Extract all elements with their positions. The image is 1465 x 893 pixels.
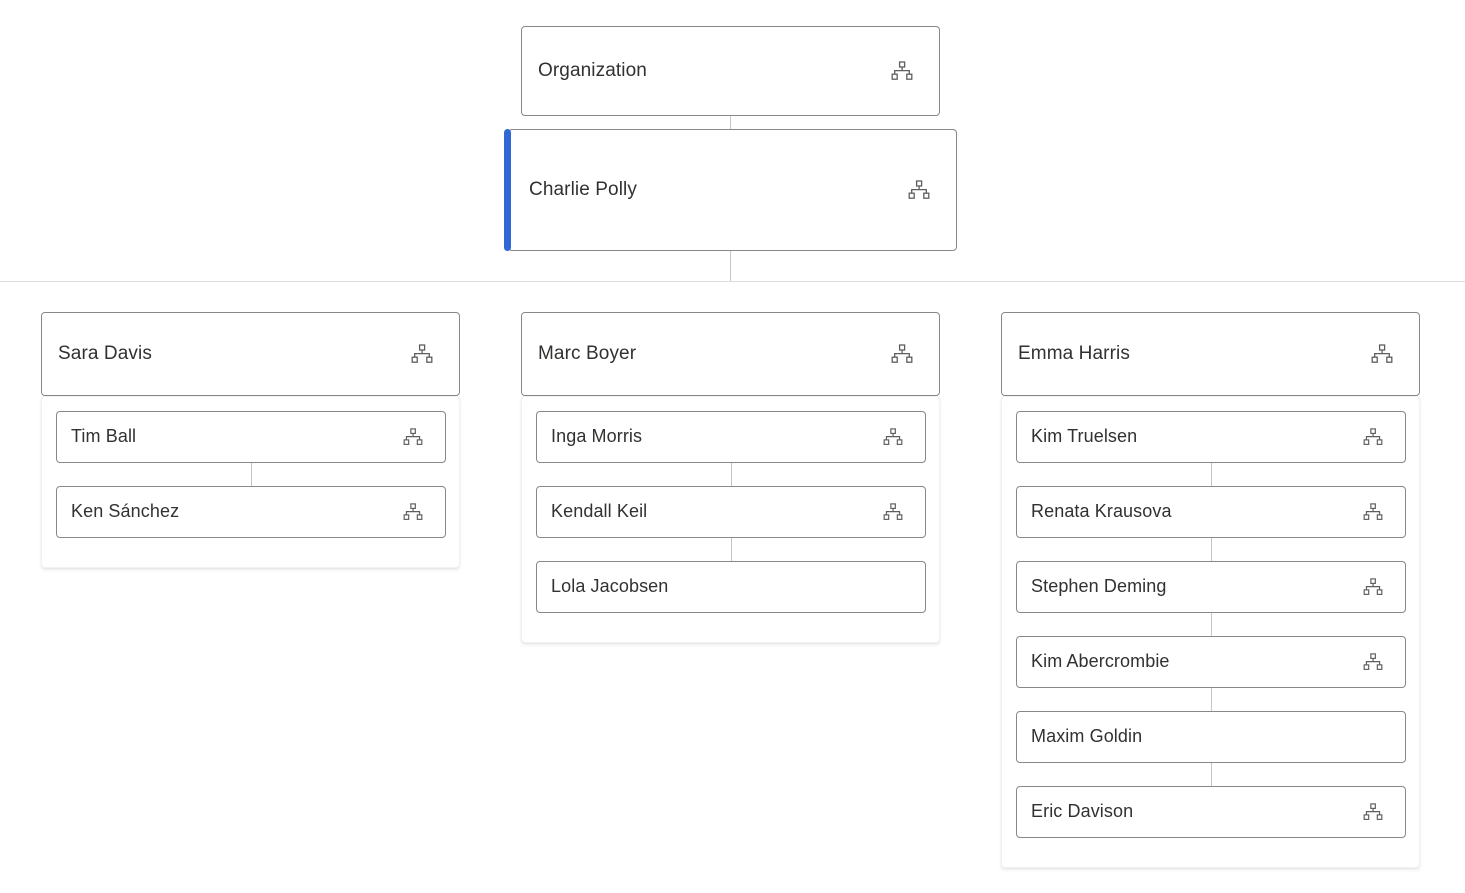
hierarchy-icon[interactable] — [1363, 578, 1383, 596]
hierarchy-icon[interactable] — [403, 503, 423, 521]
connector-sibling — [731, 463, 732, 486]
connector-sibling — [1211, 538, 1212, 561]
selected-accent-bar — [504, 129, 511, 251]
node-label: Kendall Keil — [551, 501, 648, 522]
node-card-kim-truelsen[interactable]: Kim Truelsen — [1016, 411, 1406, 463]
node-card-marc-boyer[interactable]: Marc Boyer — [521, 312, 940, 396]
node-label: Lola Jacobsen — [551, 576, 669, 597]
connector-sibling — [731, 538, 732, 561]
children-container: Inga Morris Kendall Keil Lola Jacobsen — [521, 396, 940, 643]
node-card-emma-harris[interactable]: Emma Harris — [1001, 312, 1420, 396]
level-divider — [0, 281, 1465, 282]
node-card-kendall-keil[interactable]: Kendall Keil — [536, 486, 926, 538]
connector-sibling — [251, 463, 252, 486]
hierarchy-icon[interactable] — [891, 61, 913, 81]
node-label: Emma Harris — [1018, 342, 1130, 364]
hierarchy-icon[interactable] — [1371, 344, 1393, 364]
connector-sibling — [1211, 613, 1212, 636]
connector-root-to-selected — [730, 116, 731, 129]
node-card-sara-davis[interactable]: Sara Davis — [41, 312, 460, 396]
node-label: Renata Krausova — [1031, 501, 1172, 522]
node-card-eric-davison[interactable]: Eric Davison — [1016, 786, 1406, 838]
hierarchy-icon[interactable] — [908, 180, 930, 200]
hierarchy-icon[interactable] — [1363, 428, 1383, 446]
hierarchy-icon[interactable] — [883, 503, 903, 521]
node-label: Marc Boyer — [538, 342, 637, 364]
node-card-renata-krausova[interactable]: Renata Krausova — [1016, 486, 1406, 538]
node-label: Kim Truelsen — [1031, 426, 1138, 447]
connector-sibling — [1211, 463, 1212, 486]
node-label: Stephen Deming — [1031, 576, 1167, 597]
hierarchy-icon[interactable] — [883, 428, 903, 446]
hierarchy-icon[interactable] — [1363, 653, 1383, 671]
children-container: Kim Truelsen Renata Krausova Stephen Dem… — [1001, 396, 1420, 868]
hierarchy-icon[interactable] — [1363, 803, 1383, 821]
node-card-inga-morris[interactable]: Inga Morris — [536, 411, 926, 463]
hierarchy-icon[interactable] — [891, 344, 913, 364]
hierarchy-icon[interactable] — [1363, 503, 1383, 521]
node-card-ken-sanchez[interactable]: Ken Sánchez — [56, 486, 446, 538]
node-card-organization[interactable]: Organization — [521, 26, 940, 116]
node-label: Charlie Polly — [529, 178, 637, 200]
node-label: Maxim Goldin — [1031, 726, 1143, 747]
connector-selected-to-children — [730, 251, 731, 281]
children-container: Tim Ball Ken Sánchez — [41, 396, 460, 568]
node-card-kim-abercrombie[interactable]: Kim Abercrombie — [1016, 636, 1406, 688]
node-label: Eric Davison — [1031, 801, 1134, 822]
node-label: Ken Sánchez — [71, 501, 180, 522]
node-label: Sara Davis — [58, 342, 152, 364]
node-card-stephen-deming[interactable]: Stephen Deming — [1016, 561, 1406, 613]
node-label: Organization — [538, 59, 647, 81]
connector-sibling — [1211, 763, 1212, 786]
node-label: Tim Ball — [71, 426, 137, 447]
node-label: Inga Morris — [551, 426, 643, 447]
node-card-tim-ball[interactable]: Tim Ball — [56, 411, 446, 463]
node-card-lola-jacobsen[interactable]: Lola Jacobsen — [536, 561, 926, 613]
hierarchy-icon[interactable] — [411, 344, 433, 364]
node-card-charlie-polly[interactable]: Charlie Polly — [504, 129, 957, 251]
node-card-maxim-goldin[interactable]: Maxim Goldin — [1016, 711, 1406, 763]
hierarchy-icon[interactable] — [403, 428, 423, 446]
node-label: Kim Abercrombie — [1031, 651, 1170, 672]
connector-sibling — [1211, 688, 1212, 711]
